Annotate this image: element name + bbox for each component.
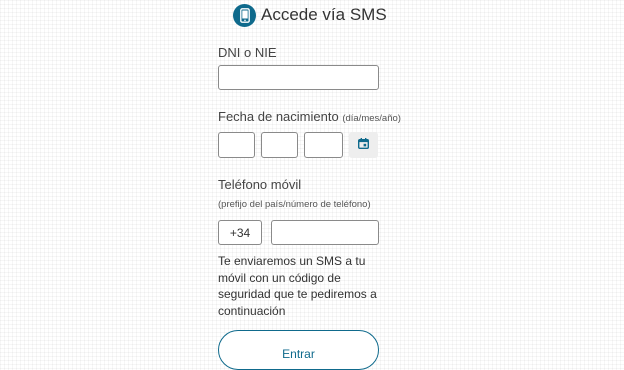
sms-info-text: Te enviaremos un SMS a tu móvil con un c… [218, 254, 377, 318]
birth-day-input[interactable] [218, 132, 255, 158]
mobile-phone-icon [233, 3, 256, 27]
dni-input[interactable] [218, 65, 379, 90]
birth-month-input[interactable] [261, 132, 298, 158]
phone-label: Teléfono móvil [218, 177, 302, 192]
birthdate-label: Fecha de nacimiento (día/mes/año) [218, 109, 401, 124]
dni-label: DNI o NIE [218, 45, 277, 60]
birth-year-input[interactable] [304, 132, 343, 158]
birthdate-format-hint: (día/mes/año) [342, 113, 401, 124]
page-header: Accede vía SMS [233, 2, 387, 28]
enter-button[interactable]: Entrar [218, 330, 379, 370]
calendar-button[interactable] [349, 132, 378, 158]
birthdate-label-text: Fecha de nacimiento [218, 109, 339, 124]
page-title: Accede vía SMS [261, 5, 387, 24]
phone-format-hint: (prefijo del país/número de teléfono) [218, 199, 371, 210]
phone-number-input[interactable] [271, 220, 379, 245]
calendar-icon [357, 136, 370, 154]
country-prefix-field[interactable]: +34 [218, 220, 262, 245]
